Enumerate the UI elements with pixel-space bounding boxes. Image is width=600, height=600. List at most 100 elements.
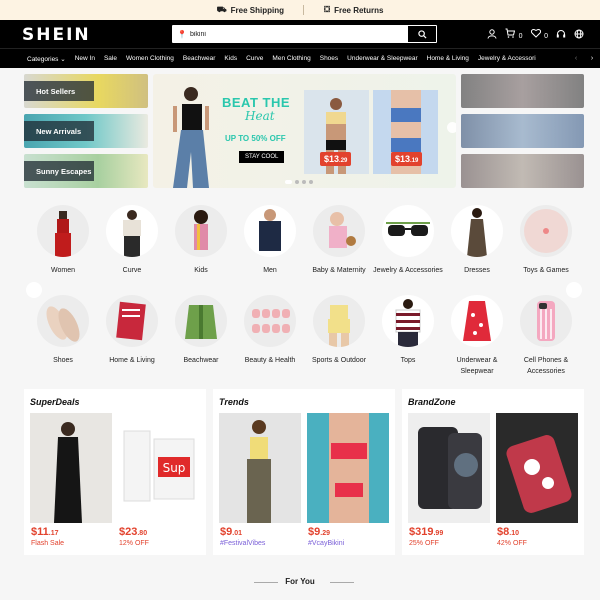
category-baby-maternity[interactable]: Baby & Maternity	[304, 205, 374, 276]
carousel-dot[interactable]	[302, 180, 306, 184]
nav-item-sale[interactable]: Sale	[104, 55, 117, 62]
tile-new-arrivals[interactable]: New Arrivals	[24, 114, 148, 148]
side-banner[interactable]	[461, 74, 584, 108]
banner-offer: UP TO 50% OFF	[225, 134, 286, 143]
category-curve[interactable]: Curve	[97, 205, 167, 276]
category-label: Curve	[122, 267, 142, 274]
category-toys-games[interactable]: Toys & Games	[511, 205, 581, 276]
heart-icon	[530, 29, 541, 38]
cart-button[interactable]: 0	[505, 28, 523, 40]
nav-item-kids[interactable]: Kids	[224, 55, 237, 62]
chevron-left-icon[interactable]: ‹	[575, 55, 577, 62]
product-image[interactable]	[408, 413, 490, 523]
tile-label: Sunny Escapes	[24, 161, 94, 181]
category-image	[313, 295, 365, 347]
category-label: Beauty & Health	[244, 357, 296, 364]
nav-item-underwear-sleepwear[interactable]: Underwear & Sleepwear	[347, 55, 417, 62]
product-image[interactable]	[219, 413, 301, 523]
free-shipping[interactable]: ⛟ Free Shipping	[217, 5, 284, 15]
category-tops[interactable]: Tops	[373, 295, 443, 366]
superdeals-card[interactable]: SuperDeals $11.17 Flash Sale Sup $23.80 …	[24, 389, 206, 555]
product-hashtag[interactable]: #FestivalVibes	[220, 540, 265, 547]
globe-icon[interactable]	[574, 29, 584, 39]
category-jewelry-accessories[interactable]: Jewelry & Accessories	[373, 205, 443, 276]
search-button[interactable]	[408, 26, 436, 42]
nav-item-categories[interactable]: Categories ⌄	[27, 55, 66, 63]
tile-label: Hot Sellers	[24, 81, 94, 101]
price-cents: .80	[137, 530, 148, 537]
chevron-right-icon[interactable]: ›	[591, 55, 593, 62]
tile-hot-sellers[interactable]: Hot Sellers	[24, 74, 148, 108]
category-image	[520, 295, 572, 347]
side-banner[interactable]	[461, 114, 584, 148]
nav-item-beachwear[interactable]: Beachwear	[183, 55, 216, 62]
trends-card[interactable]: Trends $9.01 #FestivalVibes $9.29 #VcayB…	[213, 389, 395, 555]
category-men[interactable]: Men	[235, 205, 305, 276]
carousel-dot[interactable]	[285, 180, 292, 184]
product-price: $11.17	[31, 526, 58, 538]
category-dresses[interactable]: Dresses	[442, 205, 512, 276]
product-hashtag[interactable]: #VcayBikini	[308, 540, 344, 547]
product-price: $23.80	[119, 526, 147, 538]
side-banner[interactable]	[461, 154, 584, 188]
hero-section: Hot Sellers New Arrivals Sunny Escapes B…	[24, 74, 584, 190]
wishlist-button[interactable]: 0	[530, 28, 548, 40]
category-home-living[interactable]: Home & Living	[97, 295, 167, 366]
free-returns-label: Free Returns	[334, 5, 384, 15]
category-beauty-health[interactable]: Beauty & Health	[235, 295, 305, 366]
nav-item-shoes[interactable]: Shoes	[320, 55, 338, 62]
category-image	[106, 205, 158, 257]
price-cents: .17	[48, 530, 59, 537]
product-image[interactable]	[30, 413, 112, 523]
product-price: $9.01	[220, 526, 242, 538]
category-image	[244, 295, 296, 347]
free-returns[interactable]: ⛋ Free Returns	[324, 5, 383, 15]
nav-scroll-arrows: ‹ ›	[568, 49, 600, 68]
category-image	[451, 295, 503, 347]
price-main: $13	[395, 154, 411, 164]
carousel-next-button[interactable]	[447, 122, 456, 133]
category-shoes[interactable]: Shoes	[28, 295, 98, 366]
divider-line	[330, 582, 354, 583]
nav-item-jewelry[interactable]: Jewelry & Accessori	[478, 55, 536, 62]
carousel-dot[interactable]	[295, 180, 299, 184]
return-box-icon: ⛋	[323, 5, 331, 14]
product-price: $319.99	[409, 526, 443, 538]
price-main: $9	[308, 526, 321, 538]
nav-item-men-clothing[interactable]: Men Clothing	[272, 55, 310, 62]
support-headset-icon[interactable]	[556, 29, 566, 39]
banner-cta[interactable]: STAY COOL	[239, 151, 285, 163]
category-beachwear[interactable]: Beachwear	[166, 295, 236, 366]
category-sports-outdoor[interactable]: Sports & Outdoor	[304, 295, 374, 366]
for-you-label: For You	[285, 577, 315, 586]
nav-item-curve[interactable]: Curve	[246, 55, 263, 62]
category-kids[interactable]: Kids	[166, 205, 236, 276]
product-image[interactable]: Sup	[118, 413, 200, 523]
nav-item-home-living[interactable]: Home & Living	[427, 55, 469, 62]
tile-sunny-escapes[interactable]: Sunny Escapes	[24, 154, 148, 188]
shein-logo[interactable]: SHEIN	[22, 25, 91, 45]
category-image	[106, 295, 158, 347]
category-image	[244, 205, 296, 257]
category-image	[175, 295, 227, 347]
product-image[interactable]	[307, 413, 389, 523]
product-price: $9.29	[308, 526, 330, 538]
brandzone-card[interactable]: BrandZone $319.99 25% OFF $8.10 42% OFF	[402, 389, 584, 555]
truck-icon: ⛟	[216, 5, 227, 14]
search-input[interactable]	[189, 27, 400, 41]
header-actions: 0 0	[487, 28, 584, 40]
hero-banner[interactable]: BEAT THE Heat UP TO 50% OFF STAY COOL $1…	[153, 74, 456, 188]
category-label: Sports & Outdoor	[311, 357, 367, 364]
topbar-divider	[303, 5, 304, 15]
user-icon[interactable]	[487, 29, 497, 39]
price-main: $8	[497, 526, 510, 538]
nav-item-women-clothing[interactable]: Women Clothing	[126, 55, 174, 62]
category-cell-phones-accessories[interactable]: Cell Phones & Accessories	[511, 295, 581, 377]
product-image[interactable]	[496, 413, 578, 523]
cart-count: 0	[518, 33, 523, 40]
category-underwear-sleepwear[interactable]: Underwear & Sleepwear	[442, 295, 512, 377]
nav-item-new-in[interactable]: New In	[75, 55, 95, 62]
category-image	[451, 205, 503, 257]
category-women[interactable]: Women	[28, 205, 98, 276]
carousel-dot[interactable]	[309, 180, 313, 184]
